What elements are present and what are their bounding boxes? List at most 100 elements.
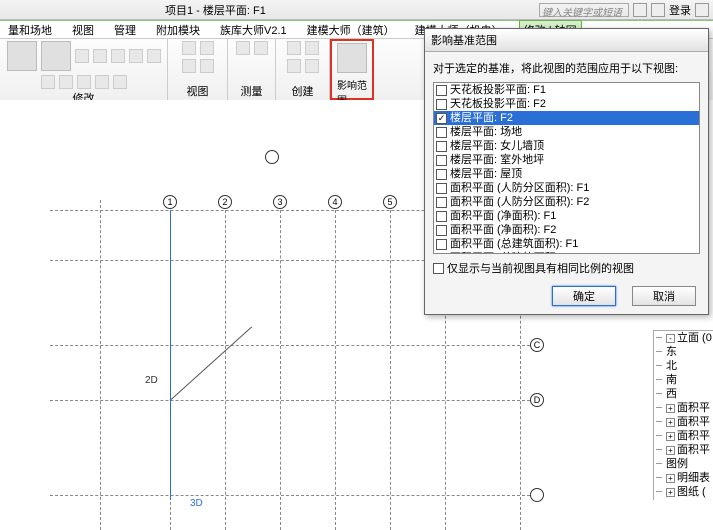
grid-bubble[interactable]: 5: [383, 195, 397, 209]
login-link[interactable]: 登录: [669, 2, 691, 18]
grid-bubble[interactable]: 4: [328, 195, 342, 209]
views-listbox[interactable]: 天花板投影平面: F1天花板投影平面: F2✓楼层平面: F2楼层平面: 场地楼…: [433, 82, 700, 254]
dialog-title: 影响基准范围: [425, 29, 708, 52]
menu-item[interactable]: 视图: [68, 21, 98, 39]
ribbon-tool-icon[interactable]: [182, 59, 196, 73]
ribbon-tool-icon[interactable]: [182, 41, 196, 55]
2d-toggle[interactable]: 2D: [145, 375, 158, 386]
checkbox-icon[interactable]: [436, 99, 447, 110]
project-browser[interactable]: -立面 (0东北南西+面积平+面积平+面积平+面积平图例+明细表+图纸 (: [653, 330, 713, 500]
tree-item[interactable]: -立面 (0: [654, 331, 713, 345]
list-item-label: 楼层平面: 屋顶: [450, 167, 522, 181]
grid-bubble[interactable]: [265, 150, 279, 164]
expander-icon[interactable]: -: [666, 334, 675, 343]
checkbox-icon[interactable]: [436, 127, 447, 138]
ribbon-tool-icon[interactable]: [147, 49, 161, 63]
list-item[interactable]: 楼层平面: 女儿墙顶: [434, 139, 699, 153]
grid-bubble[interactable]: C: [530, 338, 544, 352]
tree-item[interactable]: 图例: [654, 457, 713, 471]
list-item[interactable]: 面积平面 (总建筑面积): F1: [434, 237, 699, 251]
ribbon-tool-icon[interactable]: [59, 75, 73, 89]
propagate-extents-icon[interactable]: [337, 43, 367, 73]
list-item-label: 楼层平面: 室外地坪: [450, 153, 544, 167]
checkbox-icon[interactable]: [433, 263, 444, 274]
menu-item[interactable]: 附加模块: [152, 21, 204, 39]
ribbon-tool-icon[interactable]: [7, 41, 37, 71]
expander-icon[interactable]: +: [666, 446, 675, 455]
ribbon-tool-icon[interactable]: [236, 41, 250, 55]
list-item[interactable]: 楼层平面: 室外地坪: [434, 153, 699, 167]
list-item[interactable]: 面积平面 (人防分区面积): F2: [434, 195, 699, 209]
tree-item[interactable]: +面积平: [654, 401, 713, 415]
list-item-label: 天花板投影平面: F1: [450, 83, 546, 97]
list-item[interactable]: 楼层平面: 场地: [434, 125, 699, 139]
grid-bubble[interactable]: 2: [218, 195, 232, 209]
expander-icon[interactable]: +: [666, 432, 675, 441]
ribbon-tool-icon[interactable]: [305, 41, 319, 55]
ribbon-tool-icon[interactable]: [200, 41, 214, 55]
ribbon-tool-icon[interactable]: [113, 75, 127, 89]
user-icon[interactable]: [651, 3, 665, 17]
same-scale-option[interactable]: 仅显示与当前视图具有相同比例的视图: [433, 260, 700, 276]
checkbox-icon[interactable]: [436, 225, 447, 236]
ribbon-tool-icon[interactable]: [95, 75, 109, 89]
tree-item[interactable]: +面积平: [654, 429, 713, 443]
list-item[interactable]: 天花板投影平面: F1: [434, 83, 699, 97]
info-icon[interactable]: [633, 3, 647, 17]
grid-bubble[interactable]: 1: [163, 195, 177, 209]
ribbon-tool-icon[interactable]: [111, 49, 125, 63]
checkbox-icon[interactable]: [436, 197, 447, 208]
menu-item[interactable]: 管理: [110, 21, 140, 39]
menu-item[interactable]: 族库大师V2.1: [216, 21, 291, 39]
list-item[interactable]: 面积平面 (总建筑面积): F2: [434, 251, 699, 254]
checkbox-icon[interactable]: [436, 211, 447, 222]
list-item[interactable]: 楼层平面: 屋顶: [434, 167, 699, 181]
grid-bubble[interactable]: 3: [273, 195, 287, 209]
list-item[interactable]: 面积平面 (人防分区面积): F1: [434, 181, 699, 195]
ribbon-tool-icon[interactable]: [41, 75, 55, 89]
tree-item[interactable]: 南: [654, 373, 713, 387]
list-item[interactable]: 面积平面 (净面积): F2: [434, 223, 699, 237]
ribbon-tool-icon[interactable]: [305, 59, 319, 73]
ribbon-tool-icon[interactable]: [93, 49, 107, 63]
selected-gridline[interactable]: [170, 210, 171, 500]
checkbox-icon[interactable]: [436, 169, 447, 180]
propagate-extents-dialog: 影响基准范围 对于选定的基准，将此视图的范围应用于以下视图: 天花板投影平面: …: [424, 28, 709, 315]
search-input[interactable]: 键入关键字或短语: [539, 3, 629, 17]
checkbox-icon[interactable]: [436, 155, 447, 166]
tree-item[interactable]: 北: [654, 359, 713, 373]
expander-icon[interactable]: +: [666, 488, 675, 497]
ribbon-tool-icon[interactable]: [254, 41, 268, 55]
expander-icon[interactable]: +: [666, 404, 675, 413]
list-item[interactable]: 面积平面 (净面积): F1: [434, 209, 699, 223]
tree-item[interactable]: +明细表: [654, 471, 713, 485]
ribbon-tool-icon[interactable]: [77, 75, 91, 89]
ok-button[interactable]: 确定: [552, 286, 616, 306]
tree-item[interactable]: +面积平: [654, 443, 713, 457]
checkbox-icon[interactable]: ✓: [436, 113, 447, 124]
ribbon-tool-icon[interactable]: [75, 49, 89, 63]
cancel-button[interactable]: 取消: [632, 286, 696, 306]
checkbox-icon[interactable]: [436, 85, 447, 96]
grid-bubble[interactable]: D: [530, 393, 544, 407]
tree-item[interactable]: +图纸 (: [654, 485, 713, 499]
tree-item[interactable]: +面积平: [654, 415, 713, 429]
checkbox-icon[interactable]: [436, 141, 447, 152]
expander-icon[interactable]: +: [666, 418, 675, 427]
tree-item[interactable]: 东: [654, 345, 713, 359]
menu-item[interactable]: 建模大师（建筑）: [303, 21, 399, 39]
help-icon[interactable]: [695, 3, 709, 17]
checkbox-icon[interactable]: [436, 253, 447, 255]
ribbon-tool-icon[interactable]: [287, 59, 301, 73]
tree-item[interactable]: 西: [654, 387, 713, 401]
expander-icon[interactable]: +: [666, 474, 675, 483]
list-item[interactable]: ✓楼层平面: F2: [434, 111, 699, 125]
ribbon-tool-icon[interactable]: [287, 41, 301, 55]
list-item[interactable]: 天花板投影平面: F2: [434, 97, 699, 111]
ribbon-tool-icon[interactable]: [41, 41, 71, 71]
ribbon-tool-icon[interactable]: [200, 59, 214, 73]
checkbox-icon[interactable]: [436, 239, 447, 250]
menu-item[interactable]: 量和场地: [4, 21, 56, 39]
ribbon-tool-icon[interactable]: [129, 49, 143, 63]
checkbox-icon[interactable]: [436, 183, 447, 194]
